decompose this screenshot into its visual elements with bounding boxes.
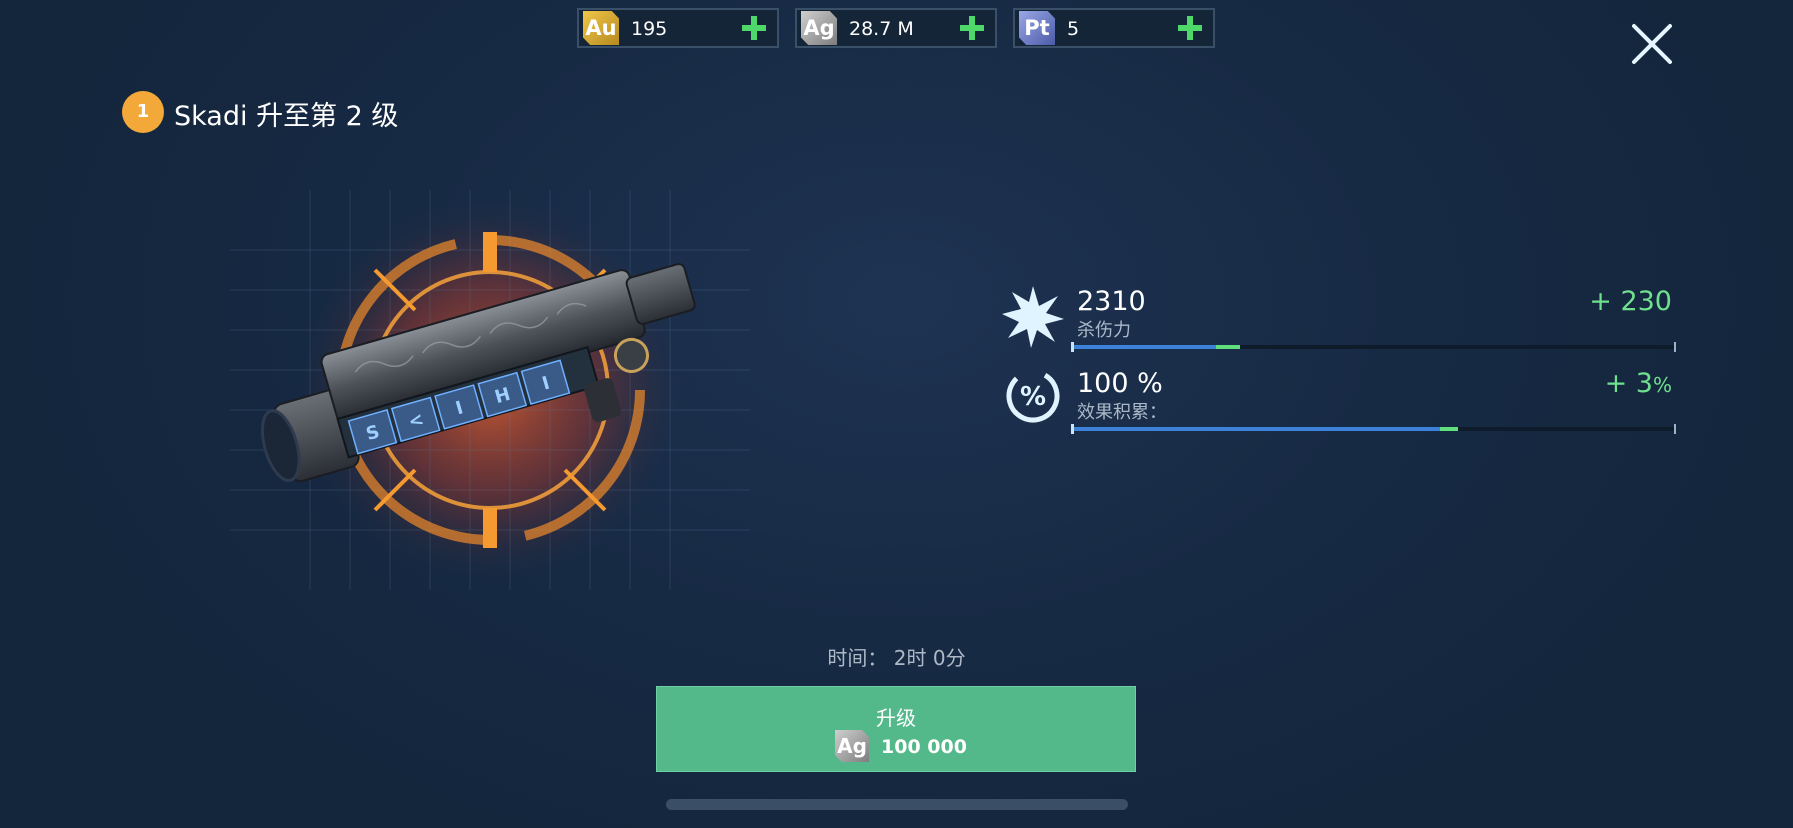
silver-amount: 28.7 M [849, 18, 914, 40]
damage-value: 2310 [1077, 286, 1146, 317]
upgrade-cost: 100 000 [881, 736, 967, 758]
damage-progress-bar [1071, 342, 1676, 352]
effect-gain-unit: % [1652, 373, 1672, 397]
silver-currency: Ag 28.7 M [795, 8, 997, 48]
upgrade-button-label: 升级 [876, 706, 916, 730]
task-title: Skadi 升至第 2 级 [174, 101, 399, 132]
damage-bar-fill [1071, 345, 1217, 349]
svg-text:%: % [1020, 382, 1046, 412]
silver-icon: Ag [801, 11, 837, 45]
burst-icon [1002, 286, 1064, 348]
upgrade-time-label: 时间： 2时 0分 [827, 646, 966, 670]
task-number-badge: 1 [122, 91, 164, 133]
gold-amount: 195 [631, 18, 668, 40]
effect-bar-end-marker [1674, 424, 1676, 434]
damage-bar-start-marker [1071, 342, 1074, 352]
percent-icon: % [1006, 369, 1060, 423]
damage-bar-end-marker [1674, 342, 1676, 352]
scroll-bar[interactable] [666, 799, 1128, 810]
add-silver-plus-icon[interactable] [959, 15, 985, 41]
platinum-icon: Pt [1019, 11, 1055, 45]
gold-icon: Au [583, 11, 619, 45]
weapon-skadi-image: S < I H I [230, 190, 750, 590]
effect-label: 效果积累： [1077, 402, 1167, 423]
platinum-currency: Pt 5 [1013, 8, 1215, 48]
upgrade-button[interactable]: 升级 Ag 100 000 [656, 686, 1136, 772]
effect-value: 100 % [1077, 368, 1163, 399]
add-gold-plus-icon[interactable] [741, 15, 767, 41]
effect-gain: + 3% [1560, 368, 1672, 399]
add-platinum-plus-icon[interactable] [1177, 15, 1203, 41]
gold-currency: Au 195 [577, 8, 779, 48]
effect-bar-gain [1440, 427, 1459, 431]
effect-bar-fill [1071, 427, 1441, 431]
damage-label: 杀伤力 [1077, 320, 1131, 341]
silver-cost-icon: Ag [835, 730, 869, 762]
damage-bar-gain [1216, 345, 1241, 349]
effect-bar-start-marker [1071, 424, 1074, 434]
effect-progress-bar [1071, 424, 1676, 434]
effect-gain-amount: + 3 [1604, 368, 1653, 399]
platinum-amount: 5 [1067, 18, 1080, 40]
close-icon[interactable] [1630, 22, 1674, 66]
damage-gain: + 230 [1589, 286, 1672, 317]
